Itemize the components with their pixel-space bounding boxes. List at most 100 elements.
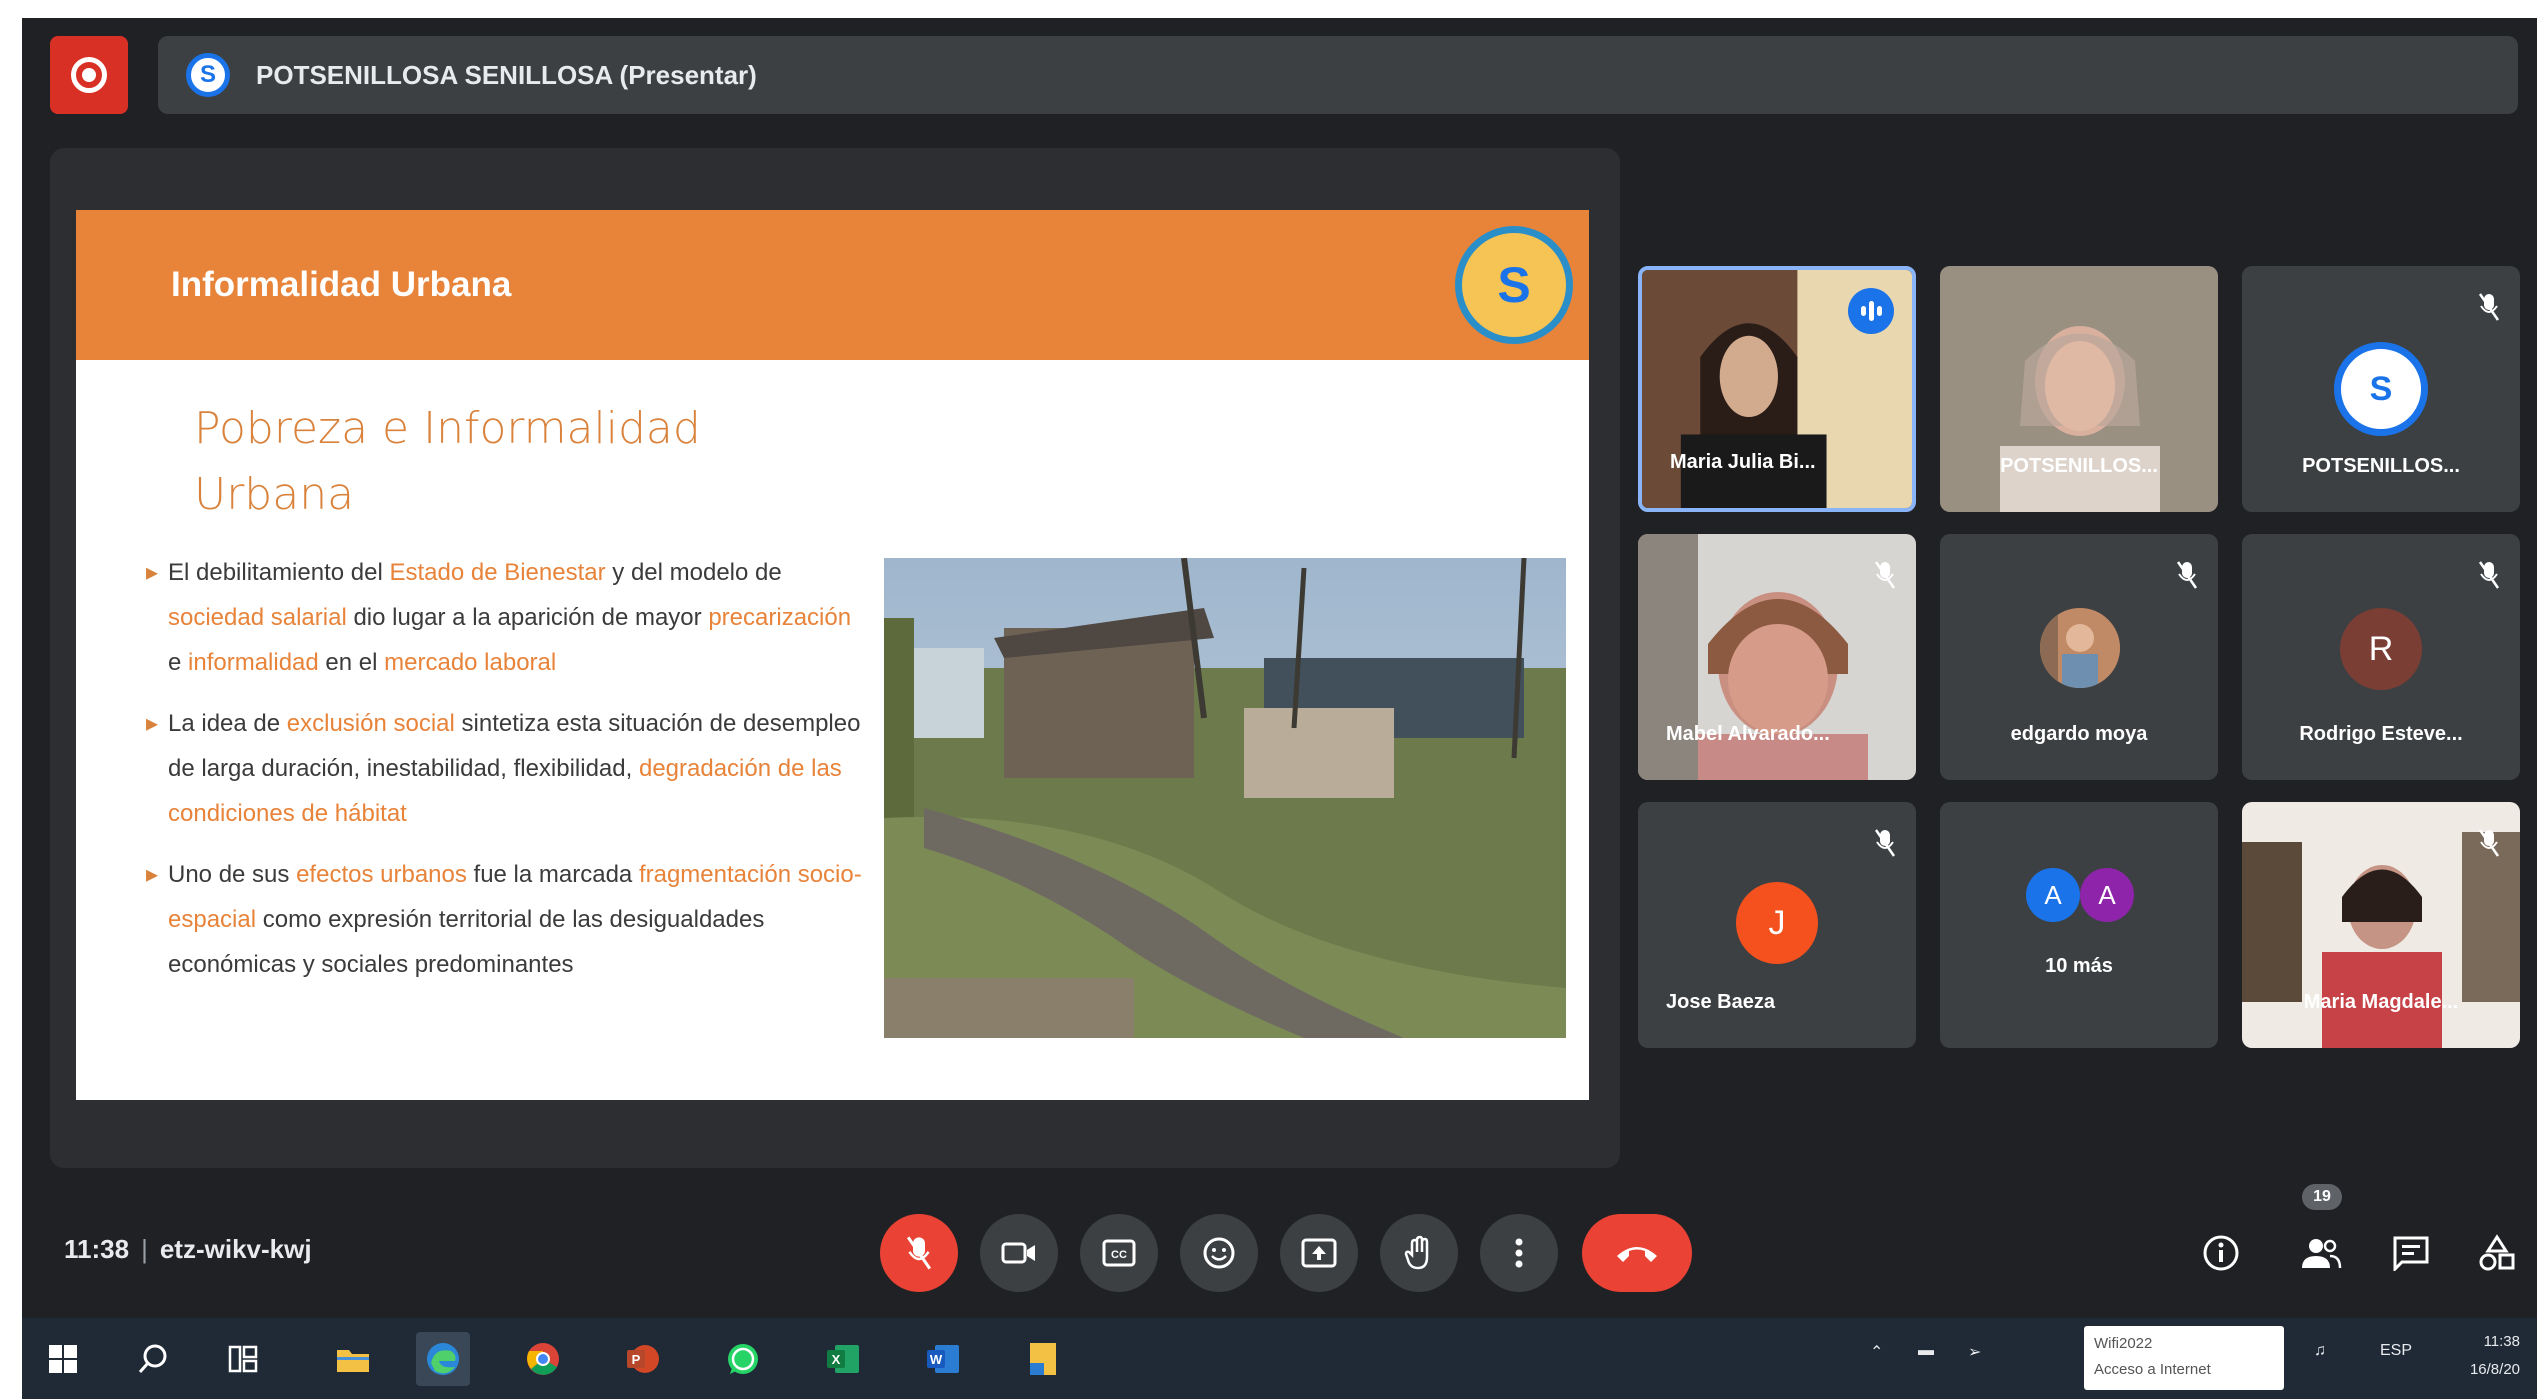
mic-off-icon [906,1236,932,1270]
mic-off-icon [1874,829,1896,857]
presentation-stage: Informalidad Urbana S Pobreza e Informal… [50,148,1620,1168]
tray-chevron-icon[interactable]: ⌃ [1870,1342,1883,1362]
activities-icon [2479,1234,2515,1271]
mic-toggle-button[interactable] [880,1214,958,1292]
emoji-icon [1203,1237,1235,1269]
powerpoint-icon[interactable]: P [616,1332,670,1386]
participant-tile[interactable]: S POTSENILLOS... [2242,266,2520,512]
separator: | [141,1234,148,1264]
participant-avatar: R [2340,608,2422,690]
slide-bullet: La idea de exclusión social sintetiza es… [146,701,866,836]
participant-tile[interactable]: Maria Julia Bi... [1638,266,1916,512]
participant-name: Maria Magdale... [2303,991,2459,1013]
captions-icon: CC [1102,1239,1136,1267]
mic-off-icon [2176,561,2198,589]
slide: Informalidad Urbana S Pobreza e Informal… [76,210,1589,1100]
svg-text:CC: CC [1111,1249,1127,1261]
slide-title: Informalidad Urbana [171,265,512,304]
present-screen-icon [1301,1238,1337,1268]
chat-button[interactable] [2388,1230,2434,1276]
windows-start-icon[interactable] [36,1332,90,1386]
reactions-button[interactable] [1180,1214,1258,1292]
slide-bullet: Uno de sus efectos urbanos fue la marcad… [146,852,866,987]
raise-hand-button[interactable] [1380,1214,1458,1292]
participant-avatar: S [2334,342,2428,436]
meet-window: S POTSENILLOSA SENILLOSA (Presentar) Inf… [22,18,2537,1318]
people-button[interactable] [2298,1230,2344,1276]
tray-pin-icon[interactable]: ➢ [1968,1342,1981,1362]
slide-photo [884,558,1566,1038]
slide-bullets: El debilitamiento del Estado de Bienesta… [146,550,866,1003]
presenter-title: POTSENILLOSA SENILLOSA (Presentar) [256,59,757,90]
participant-tile[interactable]: POTSENILLOS... [1940,266,2218,512]
excel-icon[interactable]: X [816,1332,870,1386]
taskbar-date: 16/8/20 [2469,1361,2520,1378]
participant-name: Maria Julia Bi... [1670,451,1816,473]
participant-tile[interactable]: J Jose Baeza [1638,802,1916,1048]
meeting-details-button[interactable] [2198,1230,2244,1276]
participant-avatar: A [2080,868,2134,922]
participant-count-badge: 19 [2302,1184,2342,1210]
captions-button[interactable]: CC [1080,1214,1158,1292]
present-button[interactable] [1280,1214,1358,1292]
participant-avatar: J [1736,882,1818,964]
participant-name: Rodrigo Esteve... [2299,723,2463,745]
file-explorer-icon[interactable] [326,1332,380,1386]
wifi-network-name: Wifi2022 [2094,1335,2153,1352]
chat-icon [2393,1236,2429,1271]
end-call-button[interactable] [1582,1214,1692,1292]
presenter-bar: S POTSENILLOSA SENILLOSA (Presentar) [158,36,2518,114]
document-app-icon[interactable] [1016,1332,1070,1386]
activities-button[interactable] [2474,1230,2520,1276]
tray-app-icon[interactable]: ▬ [1918,1342,1934,1360]
whatsapp-icon[interactable] [716,1332,770,1386]
recording-icon[interactable] [50,36,128,114]
search-icon[interactable] [126,1332,180,1386]
chrome-icon[interactable] [516,1332,570,1386]
end-call-icon [1617,1247,1657,1262]
mic-off-icon [2478,293,2500,321]
edge-browser-icon[interactable] [416,1332,470,1386]
mic-off-icon [2478,829,2500,857]
slide-logo-icon: S [1455,226,1573,344]
slide-bullet: El debilitamiento del Estado de Bienesta… [146,550,866,685]
taskbar-clock[interactable]: 11:38 16/8/20 [2440,1328,2520,1384]
slide-header: Informalidad Urbana S [76,210,1589,360]
participant-avatar [2040,608,2120,688]
participant-tile[interactable]: Mabel Alvarado... [1638,534,1916,780]
svg-text:X: X [832,1352,841,1367]
windows-taskbar: P X W ⌃ ▬ ➢ Wifi2022 Acceso a Internet ♫… [22,1318,2537,1399]
svg-text:W: W [930,1352,943,1367]
participant-avatar: A [2026,868,2080,922]
camera-toggle-button[interactable] [980,1214,1058,1292]
task-view-icon[interactable] [216,1332,270,1386]
participant-name: 10 más [2045,955,2113,977]
wifi-tooltip: Wifi2022 Acceso a Internet [2084,1326,2284,1390]
speaking-indicator-icon [1848,288,1894,334]
participant-tile[interactable]: edgardo moya [1940,534,2218,780]
mic-off-icon [2478,561,2500,589]
camera-icon [1001,1242,1035,1264]
info-icon [2203,1235,2239,1271]
participant-name: Mabel Alvarado... [1666,723,1830,745]
hand-icon [1404,1235,1429,1270]
participant-name: Jose Baeza [1666,991,1775,1013]
mic-off-icon [1874,561,1896,589]
participant-tile[interactable]: Maria Magdale... [2242,802,2520,1048]
more-options-button[interactable] [1480,1214,1558,1292]
slide-subtitle: Pobreza e Informalidad Urbana [194,403,701,520]
word-icon[interactable]: W [916,1332,970,1386]
more-vert-icon [1515,1238,1523,1268]
participant-tile[interactable]: A A 10 más [1940,802,2218,1048]
presenter-avatar: S [186,53,230,97]
meeting-info: 11:38 | etz-wikv-kwj [64,1234,312,1265]
meeting-time: 11:38 [64,1234,130,1264]
volume-icon[interactable]: ♫ [2314,1342,2326,1360]
taskbar-time: 11:38 [2483,1333,2520,1350]
participant-tile[interactable]: R Rodrigo Esteve... [2242,534,2520,780]
meeting-code: etz-wikv-kwj [159,1234,312,1264]
people-icon [2302,1239,2342,1269]
svg-text:P: P [632,1352,641,1367]
participant-name: POTSENILLOS... [2000,455,2158,477]
language-indicator[interactable]: ESP [2380,1342,2412,1360]
